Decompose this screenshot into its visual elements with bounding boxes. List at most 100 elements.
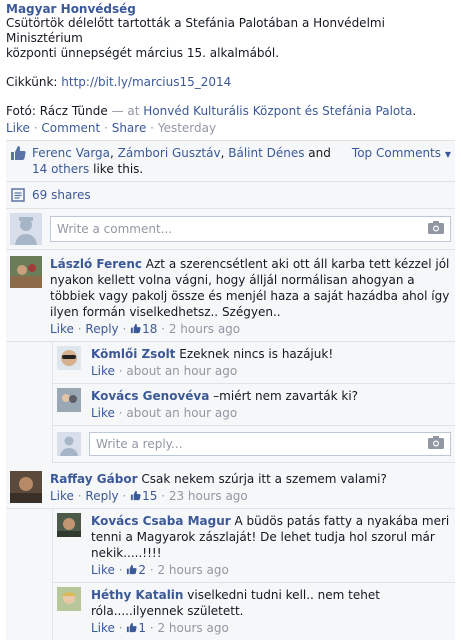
reply-like-count[interactable]: 2 <box>126 563 146 577</box>
top-comments-label: Top Comments <box>351 146 442 160</box>
avatar[interactable] <box>10 471 42 503</box>
and-text: and <box>304 146 331 160</box>
avatar <box>57 432 81 456</box>
reply-like-button[interactable]: Like <box>91 364 115 378</box>
post-timestamp[interactable]: Yesterday <box>158 121 216 135</box>
reply-time[interactable]: about an hour ago <box>126 406 237 420</box>
reply-input[interactable]: Write a reply... <box>89 432 451 456</box>
comment-time[interactable]: 2 hours ago <box>169 322 240 336</box>
avatar <box>10 213 42 245</box>
reply: Kömlői Zsolt Ezeknek nincs is hazájuk! L… <box>53 342 455 384</box>
like-count-text: 15 <box>142 489 158 503</box>
share-button[interactable]: Share <box>112 121 147 135</box>
like-suffix: like this. <box>89 162 144 176</box>
others-link[interactable]: 14 others <box>32 162 89 176</box>
liker-1[interactable]: Ferenc Varga <box>32 146 110 160</box>
post-photo-credit: Fotó: Rácz Tünde — at Honvéd Kulturális … <box>6 104 455 119</box>
reply-like-button[interactable]: Like <box>91 621 115 635</box>
comment-input[interactable]: Write a comment... <box>50 216 451 242</box>
reply-like-count[interactable]: 1 <box>126 621 146 635</box>
post-actions: Like · Comment · Share · Yesterday <box>6 121 217 135</box>
comment-like-count[interactable]: 15 <box>130 489 157 503</box>
comment-button[interactable]: Comment <box>41 121 100 135</box>
comment-text: Csak nekem szúrja itt a szemem valami? <box>141 472 387 486</box>
comment: László Ferenc Azt a szerencsétlent aki o… <box>6 250 455 342</box>
shares-icon <box>10 187 26 203</box>
article-link[interactable]: http://bit.ly/marcius15_2014 <box>61 75 231 89</box>
reply-like-button[interactable]: Like <box>91 406 115 420</box>
thumbs-up-icon <box>10 145 26 161</box>
reply-meta: Like · about an hour ago <box>91 364 238 378</box>
replier-name[interactable]: Kovács Csaba Magur <box>91 514 231 528</box>
comment-like-count[interactable]: 18 <box>130 322 157 336</box>
reply-meta: Like · 1 · 2 hours ago <box>91 621 229 635</box>
comment-like-button[interactable]: Like <box>50 489 74 503</box>
reply-meta: Like · 2 · 2 hours ago <box>91 563 229 577</box>
shares-count[interactable]: 69 shares <box>32 187 91 203</box>
place-link[interactable]: Honvéd Kulturális Központ és Stefánia Pa… <box>143 104 412 118</box>
avatar[interactable] <box>57 346 81 370</box>
post: Magyar Honvédség Csütörtök délelőtt tart… <box>0 0 461 136</box>
thumbs-up-icon <box>127 564 137 575</box>
comment-like-button[interactable]: Like <box>50 322 74 336</box>
at-label: — at <box>107 104 144 118</box>
reply-text: Ezeknek nincs is hazájuk! <box>179 347 334 361</box>
reply-content: Héthy Katalin viselkedni tudni kell.. ne… <box>91 587 451 619</box>
reply-placeholder: Write a reply... <box>96 437 183 451</box>
reply-time[interactable]: about an hour ago <box>126 364 237 378</box>
comment-meta: Like · Reply · 18 · 2 hours ago <box>50 322 241 336</box>
reply-time[interactable]: 2 hours ago <box>157 563 228 577</box>
replier-name[interactable]: Kovács Genovéva <box>91 389 209 403</box>
post-author[interactable]: Magyar Honvédség <box>6 2 455 16</box>
comment-composer: Write a comment... <box>6 209 455 250</box>
reply-time[interactable]: 2 hours ago <box>157 621 228 635</box>
reply: Kovács Genovéva –miért nem zavarták ki? … <box>53 384 455 426</box>
like-count-text: 2 <box>138 563 147 577</box>
post-article-line: Cikkünk: http://bit.ly/marcius15_2014 <box>6 75 455 90</box>
camera-icon[interactable] <box>428 221 444 237</box>
reply-text: –miért nem zavarták ki? <box>213 389 359 403</box>
reply: Kovács Csaba Magur A büdös patás fatty a… <box>53 509 455 583</box>
period: . <box>412 104 417 118</box>
comment-placeholder: Write a comment... <box>57 222 173 236</box>
reply-composer: Write a reply... <box>53 426 455 463</box>
article-label: Cikkünk: <box>6 75 62 89</box>
avatar[interactable] <box>57 587 81 611</box>
reply-meta: Like · about an hour ago <box>91 406 238 420</box>
comment-reply-button[interactable]: Reply <box>85 322 118 336</box>
comment-content: Raffay Gábor Csak nekem szúrja itt a sze… <box>50 471 451 487</box>
liker-3[interactable]: Bálint Dénes <box>228 146 304 160</box>
like-button[interactable]: Like <box>6 121 30 135</box>
comment: Raffay Gábor Csak nekem szúrja itt a sze… <box>6 463 455 509</box>
commenter-name[interactable]: Raffay Gábor <box>50 472 138 486</box>
post-text-line-1: Csütörtök délelőtt tartották a Stefánia … <box>6 16 385 45</box>
top-comments-dropdown[interactable]: Top Comments ▼ <box>344 145 451 163</box>
avatar[interactable] <box>57 388 81 412</box>
avatar[interactable] <box>10 256 42 288</box>
replier-name[interactable]: Kömlői Zsolt <box>91 347 175 361</box>
thumbs-up-icon <box>130 490 141 501</box>
post-text-line-2: központi ünnepségét március 15. alkalmáb… <box>6 46 280 60</box>
like-count-text: 1 <box>138 621 147 635</box>
commenter-name[interactable]: László Ferenc <box>50 257 142 271</box>
likes-summary: Ferenc Varga, Zámbori Gusztáv, Bálint Dé… <box>6 141 455 182</box>
replier-name[interactable]: Héthy Katalin <box>91 588 183 602</box>
replies: Kovács Csaba Magur A büdös patás fatty a… <box>52 509 455 640</box>
comment-time[interactable]: 23 hours ago <box>169 489 248 503</box>
feedback-section: Ferenc Varga, Zámbori Gusztáv, Bálint Dé… <box>6 140 455 640</box>
thumbs-up-icon <box>130 323 141 334</box>
replies: Kömlői Zsolt Ezeknek nincs is hazájuk! L… <box>52 342 455 463</box>
reply-content: Kovács Genovéva –miért nem zavarták ki? <box>91 388 451 404</box>
liker-2[interactable]: Zámbori Gusztáv <box>118 146 221 160</box>
comment-meta: Like · Reply · 15 · 23 hours ago <box>50 489 248 503</box>
likes-text: Ferenc Varga, Zámbori Gusztáv, Bálint Dé… <box>32 146 331 176</box>
reply-content: Kovács Csaba Magur A büdös patás fatty a… <box>91 513 451 561</box>
caret-down-icon: ▼ <box>444 150 451 159</box>
camera-icon[interactable] <box>428 436 444 452</box>
like-count-text: 18 <box>142 322 158 336</box>
reply-like-button[interactable]: Like <box>91 563 115 577</box>
comment-reply-button[interactable]: Reply <box>85 489 118 503</box>
avatar[interactable] <box>57 513 81 537</box>
photo-credit-label: Fotó: Rácz Tünde <box>6 104 108 118</box>
shares-summary[interactable]: 69 shares <box>6 182 455 209</box>
